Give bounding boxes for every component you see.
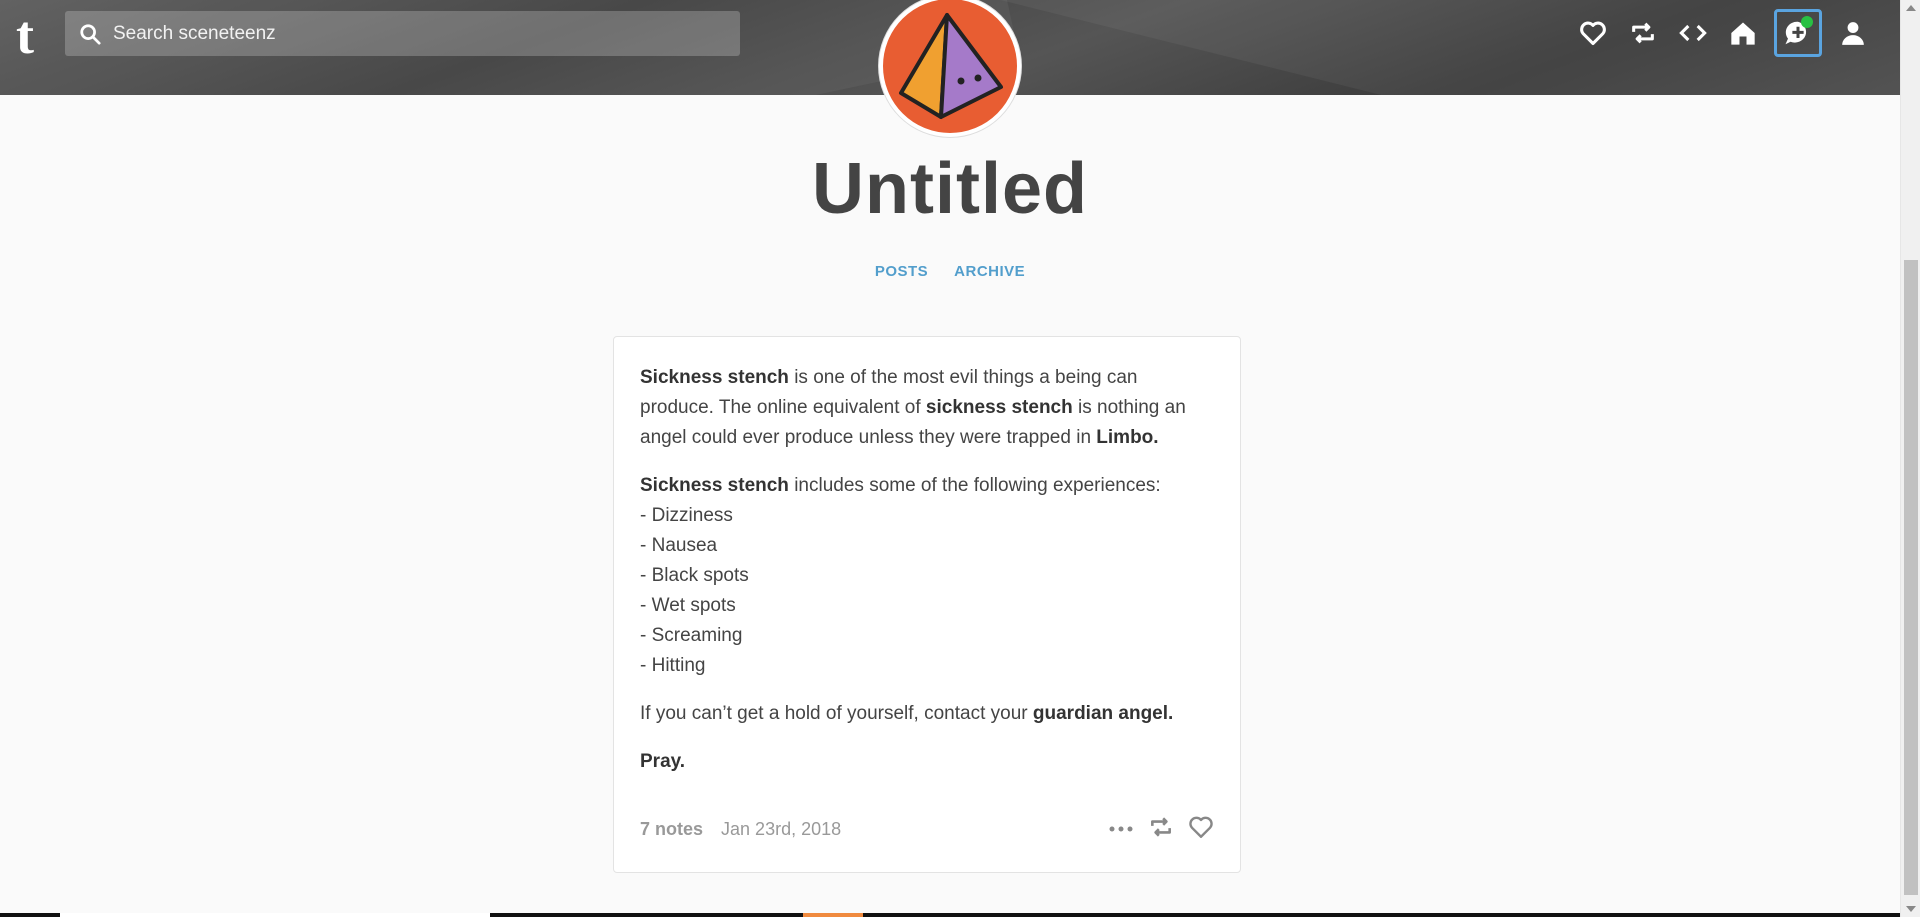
account-button[interactable]	[1834, 14, 1872, 52]
bold-text: Sickness stench	[640, 367, 789, 388]
like-post-button[interactable]	[1188, 815, 1214, 844]
list-item: - Nausea	[640, 535, 718, 556]
bold-text: guardian angel.	[1032, 703, 1174, 724]
archive-link[interactable]: ARCHIVE	[954, 263, 1025, 280]
text-post: Sickness stench is one of the most evil …	[613, 336, 1241, 873]
header-nav	[1574, 9, 1872, 57]
home-icon	[1731, 22, 1755, 45]
embed-button[interactable]	[1674, 14, 1712, 52]
scroll-down-arrow[interactable]	[1906, 906, 1916, 912]
scroll-thumb[interactable]	[1904, 260, 1918, 895]
more-options-button[interactable]	[1108, 821, 1134, 839]
reblog-post-button[interactable]	[1148, 815, 1174, 844]
user-icon	[1842, 22, 1864, 45]
post-paragraph: Sickness stench is one of the most evil …	[640, 363, 1214, 453]
bold-text: sickness stench	[925, 397, 1073, 418]
list-item: - Dizziness	[640, 505, 733, 526]
post-paragraph: Sickness stench includes some of the fol…	[640, 471, 1214, 681]
blog-nav: POSTS ARCHIVE	[0, 263, 1900, 280]
likes-button[interactable]	[1574, 14, 1612, 52]
page-scrollbar[interactable]	[1900, 0, 1920, 917]
text: If you can’t get a hold of yourself, con…	[640, 703, 1033, 724]
home-button[interactable]	[1724, 14, 1762, 52]
text: includes some of the following experienc…	[788, 475, 1161, 496]
list-item: - Hitting	[640, 655, 706, 676]
notification-dot	[1801, 16, 1813, 28]
scroll-up-arrow[interactable]	[1906, 5, 1916, 11]
search-icon	[80, 23, 101, 45]
post-date[interactable]: Jan 23rd, 2018	[721, 819, 841, 840]
heart-icon	[1580, 21, 1606, 46]
list-item: - Black spots	[640, 565, 749, 586]
reblog-icon	[1151, 817, 1171, 837]
bold-text: Pray.	[640, 751, 686, 772]
post-actions	[1108, 815, 1214, 844]
blog-avatar[interactable]	[879, 0, 1021, 137]
post-paragraph: Pray.	[640, 747, 1214, 777]
search-bar[interactable]	[65, 11, 740, 56]
code-icon	[1679, 24, 1707, 42]
blog-title: Untitled	[812, 149, 1088, 229]
search-input[interactable]	[113, 22, 673, 45]
bold-text: Limbo.	[1096, 427, 1159, 448]
list-item: - Screaming	[640, 625, 743, 646]
post-paragraph: If you can’t get a hold of yourself, con…	[640, 699, 1214, 729]
tumblr-logo[interactable]: t	[16, 8, 50, 62]
notes-count[interactable]: 7 notes	[640, 819, 703, 840]
ellipsis-icon	[1109, 826, 1133, 831]
bottom-strip	[0, 913, 1900, 917]
new-post-button[interactable]	[1774, 9, 1822, 57]
post-footer: 7 notes Jan 23rd, 2018	[640, 815, 1214, 844]
list-item: - Wet spots	[640, 595, 736, 616]
reblog-button[interactable]	[1624, 14, 1662, 52]
heart-icon	[1189, 816, 1213, 838]
bold-text: Sickness stench	[640, 475, 789, 496]
reblog-icon	[1632, 22, 1654, 44]
posts-link[interactable]: POSTS	[875, 263, 928, 280]
pyramid-icon	[899, 13, 1003, 119]
